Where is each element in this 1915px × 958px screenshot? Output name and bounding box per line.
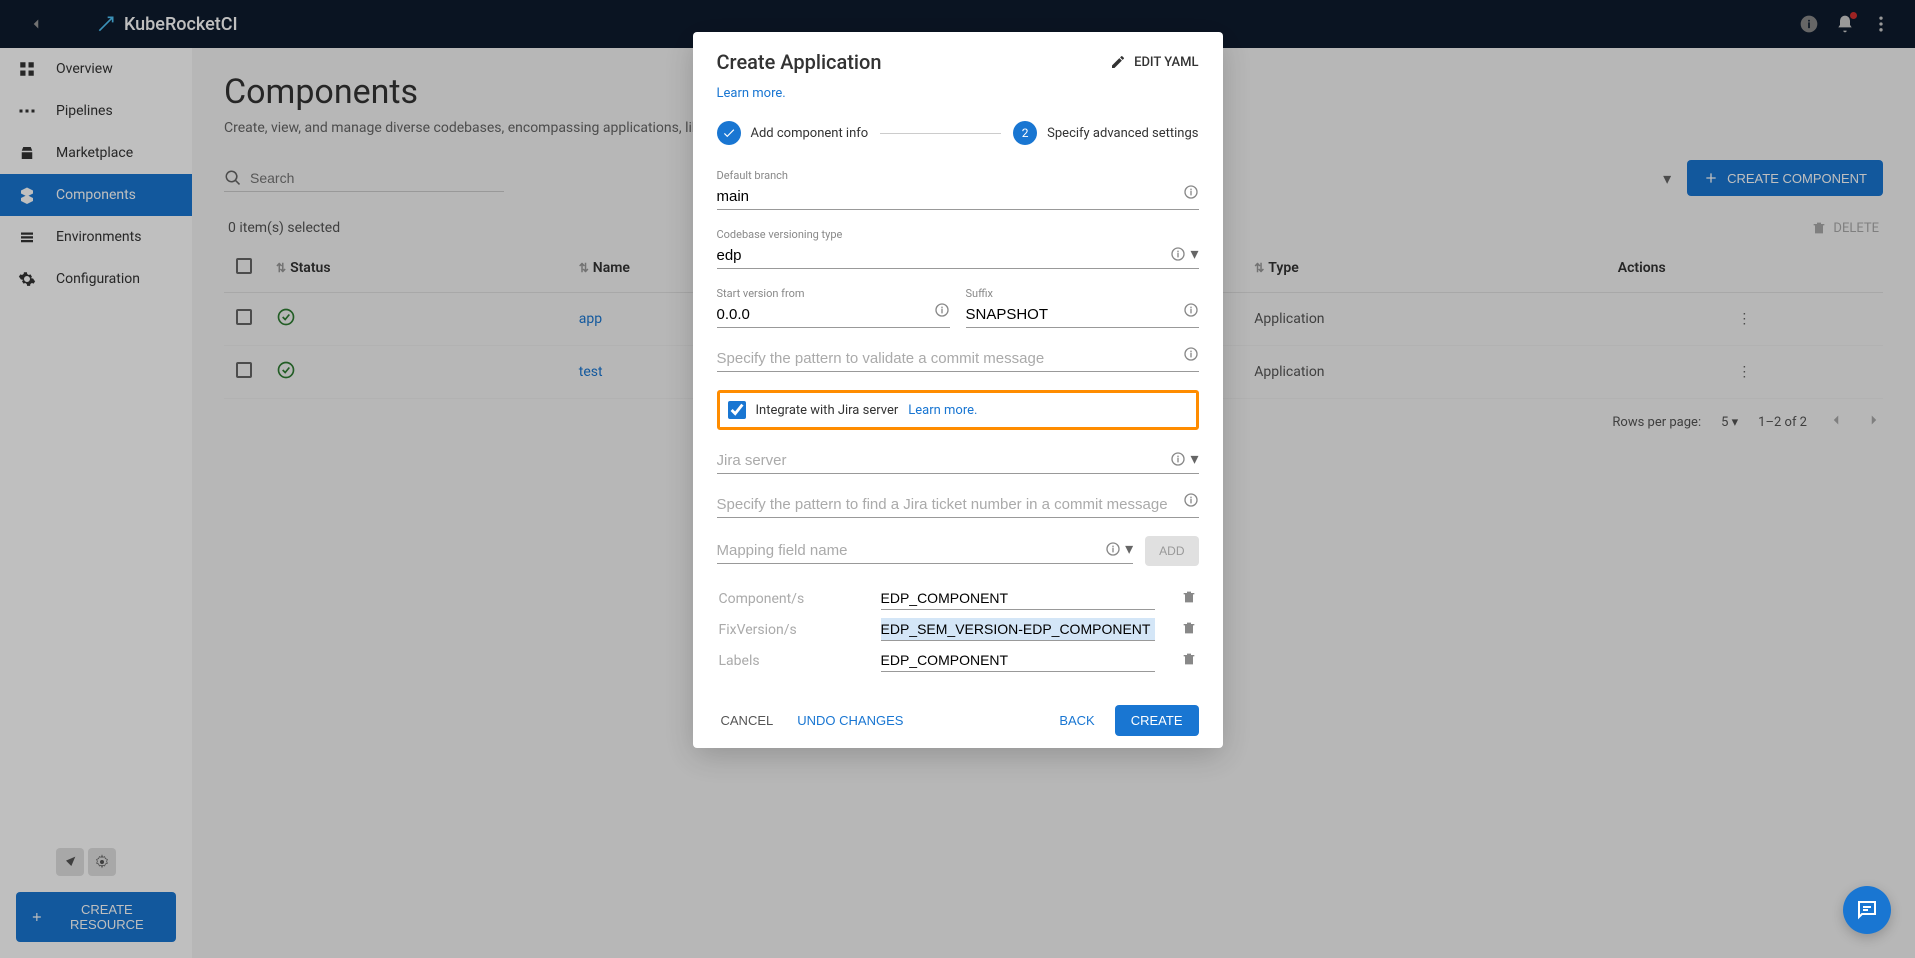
mapping-label: FixVersion/s [719, 615, 879, 644]
jira-integration-highlight: Integrate with Jira server Learn more. [717, 390, 1199, 430]
mapping-label: Labels [719, 646, 879, 675]
chevron-down-icon[interactable]: ▾ [1105, 539, 1133, 558]
mapping-value-input[interactable] [881, 649, 1155, 672]
back-button[interactable]: BACK [1055, 707, 1098, 734]
edit-yaml-button[interactable]: EDIT YAML [1110, 54, 1198, 70]
delete-mapping-button[interactable] [1157, 646, 1197, 675]
pencil-icon [1110, 54, 1126, 70]
mapping-label: Component/s [719, 584, 879, 613]
info-icon[interactable] [1183, 492, 1199, 512]
info-icon[interactable] [934, 302, 950, 322]
step2-icon: 2 [1013, 121, 1037, 145]
jira-integration-checkbox[interactable] [728, 401, 746, 419]
suffix-input[interactable] [966, 302, 1199, 328]
stepper: Add component info 2 Specify advanced se… [717, 121, 1199, 145]
learn-more-link[interactable]: Learn more. [717, 86, 786, 101]
chevron-down-icon[interactable]: ▾ [1170, 449, 1198, 468]
jira-learn-more-link[interactable]: Learn more. [908, 403, 977, 418]
start-version-input[interactable] [717, 302, 950, 328]
mapping-table: Component/s FixVersion/s Labels [717, 582, 1199, 677]
mapping-value-input[interactable] [881, 587, 1155, 610]
create-application-dialog: Create Application EDIT YAML Learn more.… [693, 32, 1223, 748]
cancel-button[interactable]: CANCEL [717, 707, 778, 734]
delete-mapping-button[interactable] [1157, 615, 1197, 644]
mapping-field-select[interactable] [717, 538, 1134, 564]
versioning-type-select[interactable] [717, 243, 1199, 269]
default-branch-input[interactable] [717, 184, 1199, 210]
step1-icon [717, 121, 741, 145]
add-mapping-button: ADD [1145, 536, 1198, 566]
chat-fab[interactable] [1843, 886, 1891, 934]
mapping-value-input[interactable] [881, 618, 1155, 641]
info-icon[interactable] [1183, 184, 1199, 204]
commit-pattern-input[interactable] [717, 346, 1199, 372]
dialog-title: Create Application [717, 50, 882, 74]
create-button[interactable]: CREATE [1115, 705, 1199, 736]
delete-mapping-button[interactable] [1157, 584, 1197, 613]
info-icon[interactable] [1183, 302, 1199, 322]
undo-changes-button[interactable]: UNDO CHANGES [793, 707, 907, 734]
jira-ticket-pattern-input[interactable] [717, 492, 1199, 518]
info-icon[interactable] [1183, 346, 1199, 366]
chevron-down-icon[interactable]: ▾ [1170, 244, 1198, 263]
jira-server-select[interactable] [717, 448, 1199, 474]
